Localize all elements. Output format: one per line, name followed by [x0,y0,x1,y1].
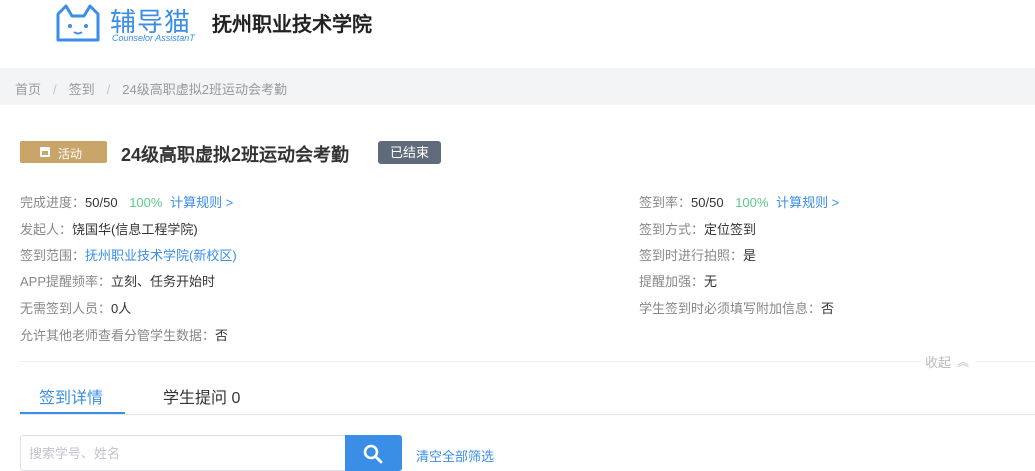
reminder-value: 立刻、任务开始时 [111,274,216,289]
status-badge: 已结束 [378,141,441,164]
divider [975,361,1035,362]
extra-info-label: 学生签到时必须填写附加信息： [639,301,822,316]
scope-label: 签到范围： [20,248,86,263]
tab-signin-details[interactable]: 签到详情 [39,384,103,408]
tab-bar: 签到详情 学生提问 0 [20,375,1035,415]
activity-title: 24级高职虚拟2班运动会考勤 [121,145,350,165]
progress-row: 完成进度：50/50 100% 计算规则 > [20,192,233,211]
reminder-row: APP提醒频率：立刻、任务开始时 [20,271,215,290]
scope-row: 签到范围：抚州职业技术学院(新校区) [20,245,237,264]
double-chevron-up-icon: ︽ [957,355,970,369]
school-name: 抚州职业技术学院 [212,14,372,36]
photo-value: 是 [743,248,757,263]
reminder-label: APP提醒频率： [20,274,112,289]
logo[interactable]: 辅导猫 Counselor AssistanT [52,2,202,46]
rate-percent: 100% [735,195,769,210]
progress-percent: 100% [129,195,163,210]
top-header: 辅导猫 Counselor AssistanT 抚州职业技术学院 [0,0,1035,68]
scope-link[interactable]: 抚州职业技术学院(新校区) [85,248,237,263]
breadcrumb-current: 24级高职虚拟2班运动会考勤 [122,82,287,97]
share-value: 否 [215,328,229,343]
progress-value: 50/50 [85,195,118,210]
extra-info-value: 否 [821,301,835,316]
share-row: 允许其他老师查看分管学生数据：否 [20,325,228,344]
method-value: 定位签到 [704,222,757,237]
collapse-toggle[interactable]: 收起 ︽ [925,352,969,371]
breadcrumb-bar: 首页 / 签到 / 24级高职虚拟2班运动会考勤 [0,68,1035,105]
rate-value: 50/50 [691,195,724,210]
exempt-value: 0人 [111,301,132,316]
initiator-row: 发起人：饶国华(信息工程学院) [20,219,198,238]
activity-tag: 活动 [20,141,107,163]
extra-info-row: 学生签到时必须填写附加信息：否 [639,298,834,317]
rate-label: 签到率： [639,195,692,210]
search-icon [363,444,383,464]
calendar-icon [40,147,50,157]
exempt-label: 无需签到人员： [20,301,112,316]
breadcrumb-separator: / [53,82,57,97]
rate-row: 签到率：50/50 100% 计算规则 > [639,192,839,211]
logo-subtitle: Counselor AssistanT [112,33,195,43]
enhance-row: 提醒加强：无 [639,271,717,290]
search-input[interactable] [20,435,346,471]
initiator-value: 饶国华(信息工程学院) [72,222,198,237]
initiator-label: 发起人： [20,222,73,237]
search-button[interactable] [345,435,402,471]
method-label: 签到方式： [639,222,705,237]
active-tab-indicator [20,412,125,414]
breadcrumb: 首页 / 签到 / 24级高职虚拟2班运动会考勤 [15,79,287,98]
breadcrumb-home[interactable]: 首页 [15,82,41,97]
photo-row: 签到时进行拍照：是 [639,245,756,264]
tab-student-questions[interactable]: 学生提问 0 [163,384,240,408]
rate-rule-link[interactable]: 计算规则 > [776,195,839,210]
collapse-label: 收起 [925,355,952,370]
photo-label: 签到时进行拍照： [639,248,744,263]
progress-label: 完成进度： [20,195,86,210]
activity-tag-label: 活动 [58,147,83,161]
clear-filters-link[interactable]: 清空全部筛选 [416,446,494,465]
exempt-row: 无需签到人员：0人 [20,298,131,317]
cat-logo-icon [56,4,100,42]
progress-rule-link[interactable]: 计算规则 > [170,195,233,210]
divider [20,361,922,362]
enhance-label: 提醒加强： [639,274,705,289]
breadcrumb-signin[interactable]: 签到 [69,82,95,97]
method-row: 签到方式：定位签到 [639,219,756,238]
breadcrumb-separator: / [106,82,111,97]
enhance-value: 无 [704,274,718,289]
share-label: 允许其他老师查看分管学生数据： [20,328,216,343]
